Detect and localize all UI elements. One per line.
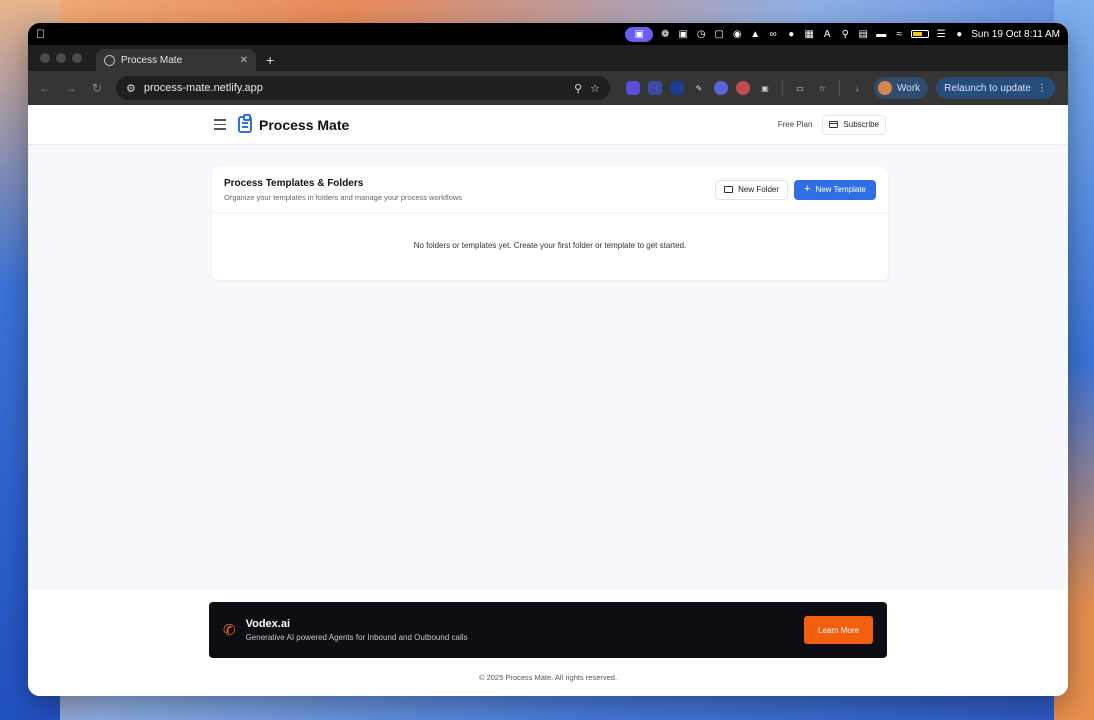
cloud-app-icon[interactable]: ●	[785, 28, 797, 40]
new-tab-button[interactable]: +	[256, 49, 284, 71]
reading-list-icon[interactable]: ☆	[815, 81, 829, 95]
phone-icon: ✆	[223, 622, 236, 639]
card-title: Process Templates & Folders	[224, 177, 364, 189]
clipboard-icon	[238, 114, 252, 133]
url-text[interactable]: process-mate.netlify.app	[144, 82, 566, 94]
plus-icon: +	[804, 183, 811, 195]
download-icon[interactable]: ↓	[850, 81, 864, 95]
display-icon[interactable]: ▢	[713, 28, 725, 40]
battery-icon[interactable]	[911, 30, 930, 38]
new-template-label: New Template	[815, 185, 866, 194]
zoom-icon[interactable]: ⚲	[574, 82, 582, 95]
grid-app-icon[interactable]: ▦	[803, 28, 815, 40]
tab-title: Process Mate	[121, 54, 183, 66]
close-tab-icon[interactable]: ✕	[240, 55, 248, 66]
browser-tab[interactable]: Process Mate ✕	[96, 49, 256, 71]
extension-icon[interactable]	[626, 81, 640, 95]
window-controls	[34, 45, 88, 71]
tab-strip: Process Mate ✕ +	[28, 45, 1068, 71]
templates-card: Process Templates & Folders Organize you…	[212, 167, 888, 280]
extensions-row: ✎ ▣ ▭ ☆ ↓	[626, 80, 864, 96]
profile-label: Work	[897, 82, 921, 94]
toolbar-divider	[839, 80, 840, 96]
extension-icon[interactable]	[736, 81, 750, 95]
site-settings-icon[interactable]: ⚙	[126, 82, 136, 95]
vlc-icon[interactable]: ▲	[749, 28, 761, 40]
close-window-button[interactable]	[40, 53, 50, 63]
subscribe-label: Subscribe	[843, 120, 879, 129]
brand-title[interactable]: Process Mate	[259, 117, 349, 133]
toolbar-divider	[782, 80, 783, 96]
input-source-icon[interactable]: A	[821, 28, 833, 40]
credit-card-icon	[829, 121, 839, 128]
calendar-icon[interactable]: ▤	[857, 28, 869, 40]
page-content: Process Mate Free Plan Subscribe Process…	[28, 105, 1068, 696]
spotlight-icon[interactable]: ⚲	[839, 28, 851, 40]
more-menu-icon[interactable]: ⋮	[1037, 83, 1047, 94]
profile-button[interactable]: Work	[874, 77, 929, 99]
extension-icon[interactable]	[670, 81, 684, 95]
empty-state-message: No folders or templates yet. Create your…	[413, 241, 687, 250]
siri-icon[interactable]: ●	[953, 28, 965, 40]
new-template-button[interactable]: + New Template	[794, 179, 876, 200]
learn-more-button[interactable]: Learn More	[804, 616, 873, 644]
puzzle-icon[interactable]: ▣	[758, 81, 772, 95]
macos-menubar:  ▣ ❁ ▣ ◷ ▢ ◉ ▲ ∞ ● ▦ A ⚲ ▤ ▬ ≈ ☰ ● Sun …	[28, 23, 1068, 45]
extension-icon[interactable]	[714, 81, 728, 95]
wifi-icon[interactable]: ≈	[893, 28, 905, 40]
browser-window:  ▣ ❁ ▣ ◷ ▢ ◉ ▲ ∞ ● ▦ A ⚲ ▤ ▬ ≈ ☰ ● Sun …	[28, 23, 1068, 696]
card-subtitle: Organize your templates in folders and m…	[224, 192, 463, 202]
bed-icon[interactable]: ▬	[875, 28, 887, 40]
address-bar[interactable]: ⚙ process-mate.netlify.app ⚲ ☆	[116, 76, 610, 100]
avatar	[878, 81, 892, 95]
reload-button[interactable]: ↻	[86, 77, 108, 99]
forward-button[interactable]: →	[60, 77, 82, 99]
creative-cloud-icon[interactable]: ∞	[767, 28, 779, 40]
colorsync-icon[interactable]: ◉	[731, 28, 743, 40]
apple-icon[interactable]: 	[36, 27, 56, 41]
menu-icon[interactable]	[214, 119, 226, 130]
promo-subtitle: Generative AI powered Agents for Inbound…	[245, 633, 468, 642]
minimize-window-button[interactable]	[56, 53, 66, 63]
folder-plus-icon	[724, 186, 734, 193]
card-header: Process Templates & Folders Organize you…	[212, 167, 888, 213]
maximize-window-button[interactable]	[72, 53, 82, 63]
cast-icon[interactable]: ▭	[793, 81, 807, 95]
eyedropper-icon[interactable]: ✎	[692, 81, 706, 95]
control-center-icon[interactable]: ☰	[935, 28, 947, 40]
relaunch-button[interactable]: Relaunch to update ⋮	[936, 77, 1055, 99]
screenshot-icon[interactable]: ▣	[677, 28, 689, 40]
new-folder-label: New Folder	[738, 185, 780, 194]
subscribe-button[interactable]: Subscribe	[822, 114, 886, 135]
screen-share-icon[interactable]: ▣	[625, 26, 654, 42]
plan-label: Free Plan	[777, 120, 813, 129]
extension-icon[interactable]	[648, 81, 662, 95]
relaunch-label: Relaunch to update	[944, 82, 1031, 94]
promo-banner: ✆ Vodex.ai Generative AI powered Agents …	[209, 602, 887, 658]
chatgpt-icon[interactable]: ❁	[659, 28, 671, 40]
globe-icon	[104, 54, 115, 66]
promo-title: Vodex.ai	[245, 618, 291, 630]
timer-icon[interactable]: ◷	[695, 28, 707, 40]
app-header: Process Mate Free Plan Subscribe	[28, 105, 1068, 145]
back-button[interactable]: ←	[34, 77, 56, 99]
bookmark-star-icon[interactable]: ☆	[590, 82, 600, 95]
copyright-text: © 2025 Process Mate. All rights reserved…	[478, 673, 618, 682]
menubar-clock[interactable]: Sun 19 Oct 8:11 AM	[971, 29, 1060, 40]
new-folder-button[interactable]: New Folder	[715, 179, 789, 200]
browser-toolbar: ← → ↻ ⚙ process-mate.netlify.app ⚲ ☆ ✎ ▣…	[28, 71, 1068, 105]
